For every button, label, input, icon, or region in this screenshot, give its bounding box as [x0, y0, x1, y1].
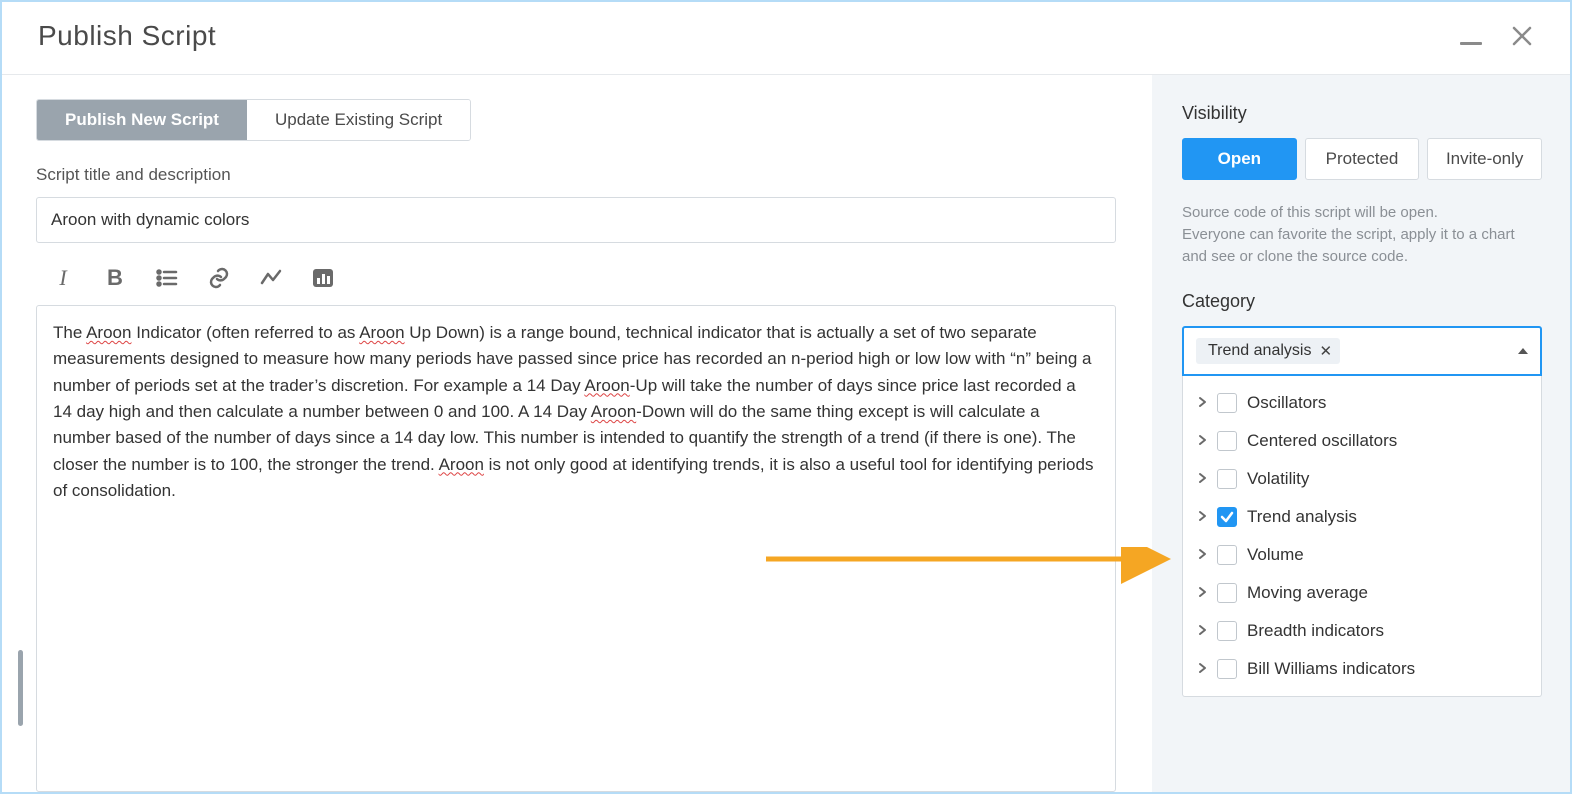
category-checkbox[interactable]	[1217, 545, 1237, 565]
chevron-right-icon	[1197, 431, 1207, 451]
desc-text: Aroon	[86, 323, 131, 342]
bold-icon[interactable]: B	[102, 265, 128, 291]
category-checkbox[interactable]	[1217, 621, 1237, 641]
visibility-label: Visibility	[1182, 103, 1542, 124]
category-item[interactable]: Oscillators	[1189, 384, 1535, 422]
link-icon[interactable]	[206, 265, 232, 291]
chevron-right-icon	[1197, 659, 1207, 679]
desc-text: Aroon	[359, 323, 404, 342]
description-editor[interactable]: The Aroon Indicator (often referred to a…	[36, 305, 1116, 792]
chevron-right-icon	[1197, 545, 1207, 565]
line-chart-icon[interactable]	[258, 265, 284, 291]
category-item-label: Trend analysis	[1247, 507, 1357, 527]
chevron-up-icon	[1518, 348, 1528, 354]
titlebar: Publish Script	[2, 2, 1570, 75]
vis-desc-line: Source code of this script will be open.	[1182, 204, 1438, 221]
bar-chart-icon[interactable]	[310, 265, 336, 291]
category-item-label: Volatility	[1247, 469, 1309, 489]
scrollbar[interactable]	[18, 650, 23, 726]
mode-tabs: Publish New Script Update Existing Scrip…	[36, 99, 471, 141]
category-item-label: Breadth indicators	[1247, 621, 1384, 641]
category-chip: Trend analysis ✕	[1196, 338, 1340, 364]
desc-text: Aroon	[591, 402, 636, 421]
close-icon[interactable]	[1510, 24, 1534, 48]
vis-desc-line: Everyone can favorite the script, apply …	[1182, 226, 1515, 265]
window-title: Publish Script	[38, 20, 216, 52]
category-item-label: Volume	[1247, 545, 1304, 565]
category-label: Category	[1182, 291, 1542, 312]
category-item-label: Bill Williams indicators	[1247, 659, 1415, 679]
vis-tab-invite[interactable]: Invite-only	[1427, 138, 1542, 180]
category-dropdown: Oscillators Centered oscillators Volatilit…	[1182, 376, 1542, 697]
editor-toolbar: I B	[36, 265, 1116, 291]
category-item-label: Moving average	[1247, 583, 1368, 603]
category-chip-label: Trend analysis	[1208, 342, 1311, 360]
chip-remove-icon[interactable]: ✕	[1319, 342, 1332, 360]
tab-update-existing[interactable]: Update Existing Script	[247, 100, 470, 140]
italic-icon[interactable]: I	[50, 265, 76, 291]
window-controls	[1460, 24, 1534, 48]
script-title-input[interactable]	[36, 197, 1116, 243]
chevron-right-icon	[1197, 583, 1207, 603]
category-checkbox[interactable]	[1217, 507, 1237, 527]
minimize-icon[interactable]	[1460, 42, 1482, 45]
category-item-label: Centered oscillators	[1247, 431, 1397, 451]
title-field-label: Script title and description	[36, 165, 1116, 185]
category-checkbox[interactable]	[1217, 431, 1237, 451]
category-checkbox[interactable]	[1217, 469, 1237, 489]
desc-text: The	[53, 323, 86, 342]
vis-tab-protected[interactable]: Protected	[1305, 138, 1420, 180]
chevron-right-icon	[1197, 507, 1207, 527]
category-checkbox[interactable]	[1217, 393, 1237, 413]
category-item[interactable]: Volatility	[1189, 460, 1535, 498]
main-column: Publish New Script Update Existing Scrip…	[2, 75, 1152, 792]
chevron-right-icon	[1197, 393, 1207, 413]
desc-text: Aroon	[584, 376, 629, 395]
desc-text: Indicator (often referred to as	[131, 323, 359, 342]
category-item-label: Oscillators	[1247, 393, 1326, 413]
tab-publish-new[interactable]: Publish New Script	[37, 100, 247, 140]
chevron-right-icon	[1197, 621, 1207, 641]
chevron-right-icon	[1197, 469, 1207, 489]
category-item[interactable]: Centered oscillators	[1189, 422, 1535, 460]
list-icon[interactable]	[154, 265, 180, 291]
category-checkbox[interactable]	[1217, 659, 1237, 679]
desc-text: Aroon	[439, 455, 484, 474]
vis-tab-open[interactable]: Open	[1182, 138, 1297, 180]
category-item[interactable]: Breadth indicators	[1189, 612, 1535, 650]
category-select[interactable]: Trend analysis ✕	[1182, 326, 1542, 376]
category-item[interactable]: Bill Williams indicators	[1189, 650, 1535, 688]
category-item[interactable]: Moving average	[1189, 574, 1535, 612]
sidebar: Visibility Open Protected Invite-only So…	[1152, 75, 1570, 792]
category-item[interactable]: Volume	[1189, 536, 1535, 574]
category-item[interactable]: Trend analysis	[1189, 498, 1535, 536]
visibility-description: Source code of this script will be open.…	[1182, 202, 1542, 267]
category-checkbox[interactable]	[1217, 583, 1237, 603]
visibility-tabs: Open Protected Invite-only	[1182, 138, 1542, 180]
